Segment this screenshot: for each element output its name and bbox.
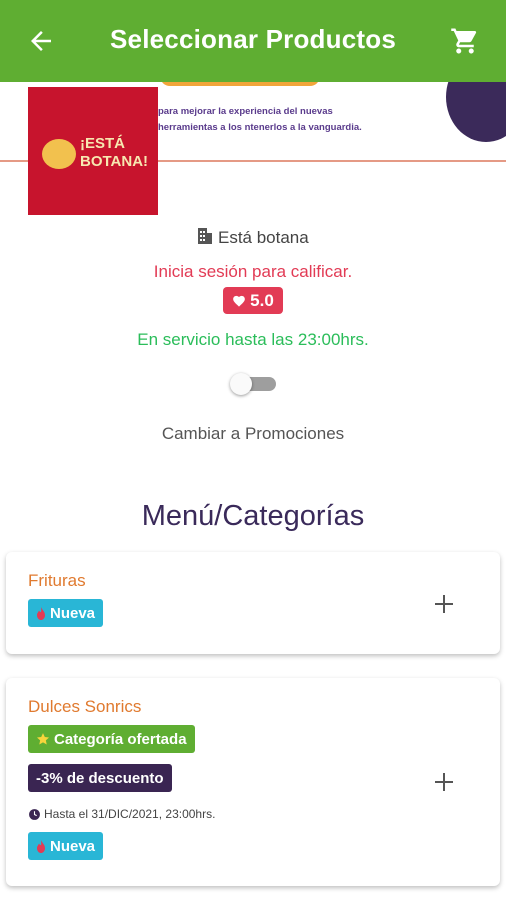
star-icon (36, 732, 50, 746)
expand-plus-icon[interactable] (432, 770, 456, 794)
expand-plus-icon[interactable] (432, 592, 456, 616)
offer-badge-label: Categoría ofertada (54, 730, 187, 748)
clock-icon (28, 808, 41, 821)
flame-icon (36, 839, 46, 853)
app-header: Seleccionar Productos (0, 0, 506, 82)
logo-text: ¡ESTÁ (80, 135, 125, 152)
cart-icon[interactable] (450, 26, 480, 56)
new-badge-label: Nueva (50, 604, 96, 622)
building-icon (197, 227, 213, 245)
heart-icon (232, 294, 246, 307)
chili-icon (42, 139, 76, 169)
new-badge: Nueva (28, 832, 104, 860)
store-logo: ¡ESTÁ BOTANA! (28, 87, 158, 215)
flame-icon (36, 606, 46, 620)
store-name-text: Está botana (217, 228, 309, 247)
discount-badge: -3% de descuento (28, 764, 172, 792)
category-name: Frituras (28, 571, 86, 590)
offer-deadline-text: Hasta el 31/DIC/2021, 23:00hrs. (44, 807, 216, 821)
store-name: Está botana (0, 227, 506, 248)
category-card[interactable]: Frituras Nueva (6, 552, 500, 654)
logo-text: BOTANA! (80, 153, 149, 170)
banner-decoration (446, 82, 506, 142)
banner-decoration (160, 82, 320, 86)
page-title: Seleccionar Productos (110, 24, 396, 54)
category-name: Dulces Sonrics (28, 697, 142, 716)
service-hours: En servicio hasta las 23:00hrs. (137, 330, 369, 349)
offer-badge: Categoría ofertada (28, 725, 195, 753)
menu-title: Menú/Categorías (141, 500, 365, 532)
toggle-knob (230, 373, 252, 395)
login-to-rate-link[interactable]: Inicia sesión para calificar. (0, 262, 506, 282)
toggle-label: Cambiar a Promociones (161, 424, 345, 443)
new-badge-label: Nueva (50, 837, 96, 855)
rating-badge: 5.0 (223, 287, 283, 314)
new-badge: Nueva (28, 599, 104, 627)
discount-badge-label: -3% de descuento (36, 769, 164, 787)
rating-value: 5.0 (250, 290, 274, 310)
offer-deadline: Hasta el 31/DIC/2021, 23:00hrs. (28, 807, 215, 821)
banner-text: para mejorar la experiencia del nuevas h… (158, 106, 362, 133)
promotions-toggle[interactable] (230, 373, 278, 395)
category-card[interactable]: Dulces Sonrics Categoría ofertada -3% de… (6, 678, 500, 886)
